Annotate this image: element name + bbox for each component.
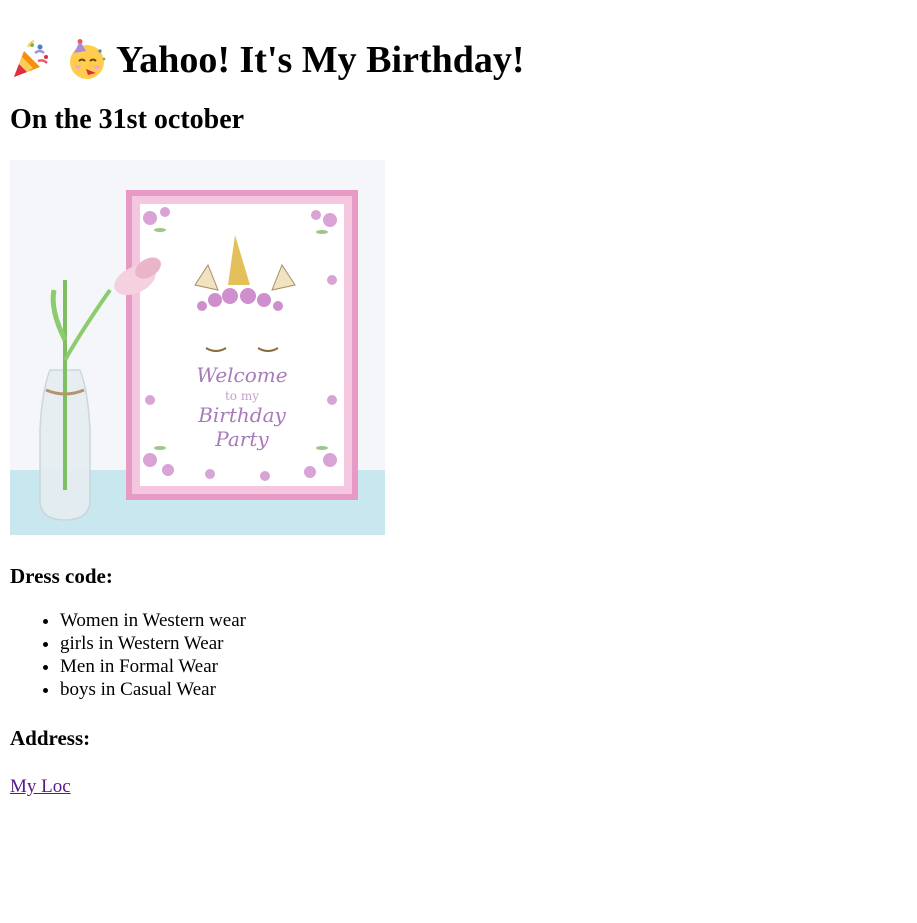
event-date-heading: On the 31st october	[10, 104, 245, 135]
dress-code-heading: Dress code:	[10, 564, 113, 588]
address-heading: Address:	[10, 726, 91, 750]
list-item: girls in Western Wear	[60, 632, 907, 655]
svg-text:Party: Party	[214, 427, 269, 451]
page-title-text: Yahoo! It's My Birthday!	[116, 39, 525, 81]
list-item: boys in Casual Wear	[60, 678, 907, 701]
svg-text:to my: to my	[225, 389, 259, 403]
page-title: Yahoo! It's My Birthday!	[10, 0, 907, 83]
location-link[interactable]: My Loc	[10, 775, 71, 799]
page-content: Yahoo! It's My Birthday! On the 31st oct…	[0, 0, 917, 799]
svg-text:Welcome: Welcome	[196, 363, 287, 387]
svg-text:Birthday: Birthday	[197, 403, 286, 427]
birthday-invitation-image: Welcome to my Birthday Party	[10, 160, 385, 535]
party-popper-icon	[10, 39, 52, 81]
partying-face-icon	[66, 39, 108, 81]
dress-code-list: Women in Western wear girls in Western W…	[10, 609, 907, 701]
list-item: Women in Western wear	[60, 609, 907, 632]
list-item: Men in Formal Wear	[60, 655, 907, 678]
